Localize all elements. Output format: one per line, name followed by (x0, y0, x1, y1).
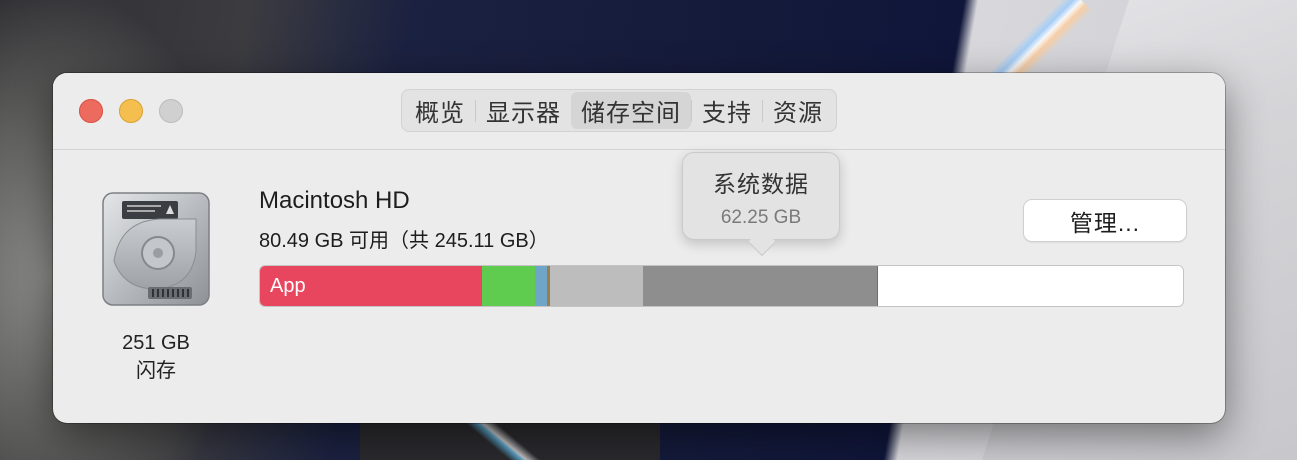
storage-segment-blue[interactable] (535, 266, 548, 306)
storage-segment-other[interactable] (549, 266, 644, 306)
disk-capacity-value: 251 GB (122, 332, 190, 354)
tooltip-arrow (747, 227, 777, 257)
zoom-button[interactable] (159, 99, 183, 123)
disk-type: 闪存 (136, 360, 176, 382)
storage-tooltip: 系统数据 62.25 GB (682, 152, 840, 257)
tab-support[interactable]: 支持 (692, 92, 762, 129)
storage-segment-system-data[interactable] (643, 266, 879, 306)
tab-bar: 概览 显示器 储存空间 支持 资源 (401, 89, 837, 132)
tab-overview[interactable]: 概览 (405, 92, 475, 129)
tooltip-value: 62.25 GB (720, 207, 802, 228)
disk-capacity: 251 GB 闪存 (103, 329, 209, 385)
title-bar: 概览 显示器 储存空间 支持 资源 (53, 73, 1225, 150)
tooltip-title: 系统数据 (713, 171, 809, 197)
tab-displays[interactable]: 显示器 (476, 92, 571, 129)
minimize-button[interactable] (119, 99, 143, 123)
tab-resources[interactable]: 资源 (763, 92, 833, 129)
manage-button[interactable]: 管理... (1024, 200, 1186, 241)
close-button[interactable] (79, 99, 103, 123)
volume-available: 80.49 GB 可用（共 245.11 GB） (259, 230, 549, 252)
storage-segment-free[interactable] (878, 266, 1183, 306)
hard-drive-icon (100, 191, 212, 307)
storage-usage-bar[interactable]: App (259, 265, 1184, 307)
volume-name: Macintosh HD (259, 187, 410, 214)
tab-storage[interactable]: 储存空间 (571, 92, 691, 129)
storage-segment-label: App (270, 274, 306, 297)
about-this-mac-window: 概览 显示器 储存空间 支持 资源 251 GB 闪存 Macintosh HD… (53, 73, 1225, 423)
storage-segment-green[interactable] (481, 266, 536, 306)
storage-segment-app[interactable]: App (260, 266, 482, 306)
